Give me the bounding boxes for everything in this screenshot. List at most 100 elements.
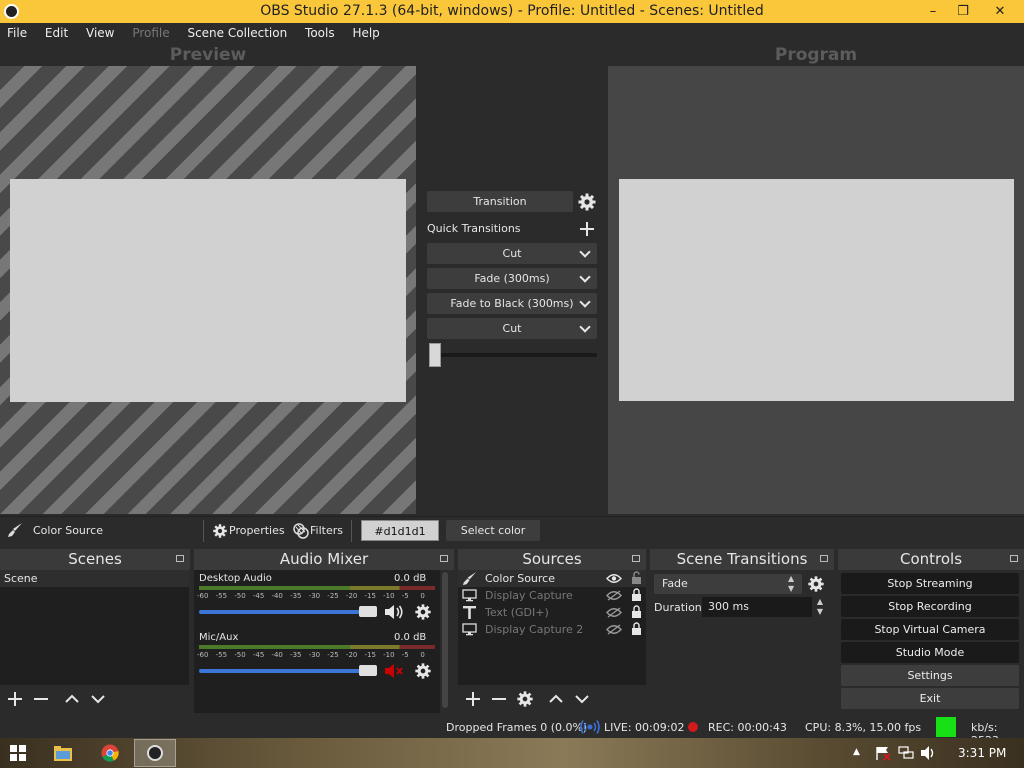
- scene-list-item[interactable]: Scene: [0, 570, 189, 587]
- lock-icon[interactable]: [631, 588, 642, 602]
- meter-tick-label: -55: [215, 651, 228, 659]
- add-source-plus-icon[interactable]: [464, 690, 482, 708]
- updown-arrows-icon[interactable]: ▲ ▼: [788, 574, 794, 594]
- duration-spinbox[interactable]: 300 ms: [702, 597, 812, 617]
- undock-icon[interactable]: [176, 555, 184, 562]
- transition-settings-gear-icon[interactable]: [577, 192, 597, 212]
- stop-recording-button[interactable]: Stop Recording: [841, 596, 1019, 617]
- rec-time-status: REC: 00:00:43: [708, 721, 787, 734]
- source-list-item-display-capture[interactable]: Display Capture: [458, 587, 646, 604]
- mic-aux-ticks: -60 -55 -50 -45 -40 -35 -30 -25 -20 -15 -10 -5 0: [197, 651, 439, 661]
- undock-icon[interactable]: [820, 555, 828, 562]
- lock-icon[interactable]: [631, 622, 642, 636]
- desktop-audio-volume-track[interactable]: [199, 610, 371, 614]
- menu-tools[interactable]: Tools: [298, 23, 342, 44]
- quick-transitions-label: Quick Transitions: [427, 222, 521, 235]
- studio-mode-button[interactable]: Studio Mode: [841, 642, 1019, 663]
- lock-open-icon[interactable]: [631, 571, 642, 585]
- quick-transition-fade[interactable]: Fade (300ms): [427, 268, 597, 289]
- transition-select-value: Fade: [662, 577, 688, 590]
- chevron-down-icon[interactable]: [578, 318, 592, 339]
- quick-transition-fade-to-black[interactable]: Fade to Black (300ms): [427, 293, 597, 314]
- visibility-eye-icon[interactable]: [606, 573, 622, 584]
- network-icon[interactable]: [898, 746, 914, 760]
- mic-aux-volume-handle[interactable]: [359, 665, 377, 676]
- menu-profile[interactable]: Profile: [125, 23, 176, 44]
- mic-aux-settings-gear-icon[interactable]: [414, 662, 432, 680]
- move-scene-down-icon[interactable]: [89, 690, 107, 708]
- window-title-bar[interactable]: OBS Studio 27.1.3 (64-bit, windows) - Pr…: [0, 0, 1024, 23]
- lock-icon[interactable]: [631, 605, 642, 619]
- quick-transition-cut-2[interactable]: Cut: [427, 318, 597, 339]
- live-time-status: LIVE: 00:09:02: [604, 721, 685, 734]
- undock-icon[interactable]: [632, 555, 640, 562]
- meter-tick-label: -15: [364, 651, 376, 659]
- visibility-eye-closed-icon[interactable]: [606, 590, 622, 601]
- close-button[interactable]: ✕: [980, 0, 1020, 23]
- audio-mixer-scrollbar[interactable]: [442, 572, 448, 708]
- transition-button[interactable]: Transition: [427, 191, 573, 212]
- move-source-up-icon[interactable]: [547, 690, 565, 708]
- volume-tray-icon[interactable]: [920, 745, 936, 761]
- taskbar-clock: 3:31 PM: [958, 746, 1007, 760]
- obs-taskbar-button[interactable]: [134, 739, 176, 767]
- meter-tick-label: -60: [197, 592, 209, 600]
- move-source-down-icon[interactable]: [573, 690, 591, 708]
- chevron-down-icon[interactable]: [578, 268, 592, 289]
- filters-button[interactable]: Filters: [292, 521, 344, 541]
- rec-dot-icon: [688, 722, 698, 732]
- properties-button[interactable]: Properties: [211, 521, 285, 541]
- settings-button[interactable]: Settings: [841, 665, 1019, 686]
- stop-streaming-button[interactable]: Stop Streaming: [841, 573, 1019, 594]
- remove-scene-minus-icon[interactable]: [32, 690, 50, 708]
- mic-aux-label: Mic/Aux: [199, 632, 239, 643]
- source-list-item-color-source[interactable]: Color Source: [458, 570, 646, 587]
- desktop-audio-volume-handle[interactable]: [359, 606, 377, 617]
- undock-icon[interactable]: [440, 555, 448, 562]
- menu-view[interactable]: View: [79, 23, 121, 44]
- mic-aux-volume-track[interactable]: [199, 669, 371, 673]
- minimize-button[interactable]: –: [918, 0, 948, 23]
- source-list-item-display-capture-2[interactable]: Display Capture 2: [458, 621, 646, 638]
- add-quick-transition-plus-icon[interactable]: [578, 220, 596, 238]
- obs-app-icon: [4, 4, 19, 19]
- duration-stepper-icon[interactable]: ▲ ▼: [812, 597, 828, 617]
- t-bar-track[interactable]: [430, 353, 597, 357]
- exit-button[interactable]: Exit: [841, 688, 1019, 709]
- windows-start-icon[interactable]: [10, 745, 26, 761]
- source-name: Text (GDI+): [485, 606, 549, 619]
- scenes-title: Scenes: [68, 550, 122, 568]
- mic-aux-muted-speaker-icon[interactable]: [383, 662, 405, 680]
- desktop-audio-settings-gear-icon[interactable]: [414, 603, 432, 621]
- t-bar-handle[interactable]: [429, 343, 441, 367]
- meter-tick-label: -25: [327, 651, 339, 659]
- quick-transition-cut-1[interactable]: Cut: [427, 243, 597, 264]
- visibility-eye-closed-icon[interactable]: [606, 607, 622, 618]
- undock-icon[interactable]: [1010, 555, 1018, 562]
- desktop-audio-speaker-icon[interactable]: [383, 603, 405, 621]
- chevron-down-icon[interactable]: [578, 243, 592, 264]
- menu-file[interactable]: File: [0, 23, 34, 44]
- show-hidden-icons-chevron-icon[interactable]: ▲: [853, 747, 860, 757]
- window-title: OBS Studio 27.1.3 (64-bit, windows) - Pr…: [260, 3, 764, 19]
- remove-source-minus-icon[interactable]: [490, 690, 508, 708]
- select-color-button[interactable]: Select color: [446, 520, 540, 541]
- file-explorer-icon[interactable]: [54, 745, 72, 761]
- text-icon: [463, 606, 476, 619]
- preview-color-source[interactable]: [10, 179, 406, 402]
- stop-virtual-camera-button[interactable]: Stop Virtual Camera: [841, 619, 1019, 640]
- menu-scene-collection[interactable]: Scene Collection: [180, 23, 294, 44]
- visibility-eye-closed-icon[interactable]: [606, 624, 622, 635]
- move-scene-up-icon[interactable]: [63, 690, 81, 708]
- restore-button[interactable]: ❐: [948, 0, 978, 23]
- transition-select[interactable]: Fade ▲ ▼: [654, 574, 802, 594]
- menu-help[interactable]: Help: [345, 23, 386, 44]
- chevron-down-icon[interactable]: [578, 293, 592, 314]
- menu-edit[interactable]: Edit: [38, 23, 75, 44]
- source-properties-gear-icon[interactable]: [516, 690, 534, 708]
- chrome-icon[interactable]: [101, 744, 119, 762]
- source-list-item-text-gdi[interactable]: Text (GDI+): [458, 604, 646, 621]
- transition-properties-gear-icon[interactable]: [807, 575, 825, 593]
- add-scene-plus-icon[interactable]: [6, 690, 24, 708]
- action-center-flag-icon[interactable]: [875, 746, 891, 761]
